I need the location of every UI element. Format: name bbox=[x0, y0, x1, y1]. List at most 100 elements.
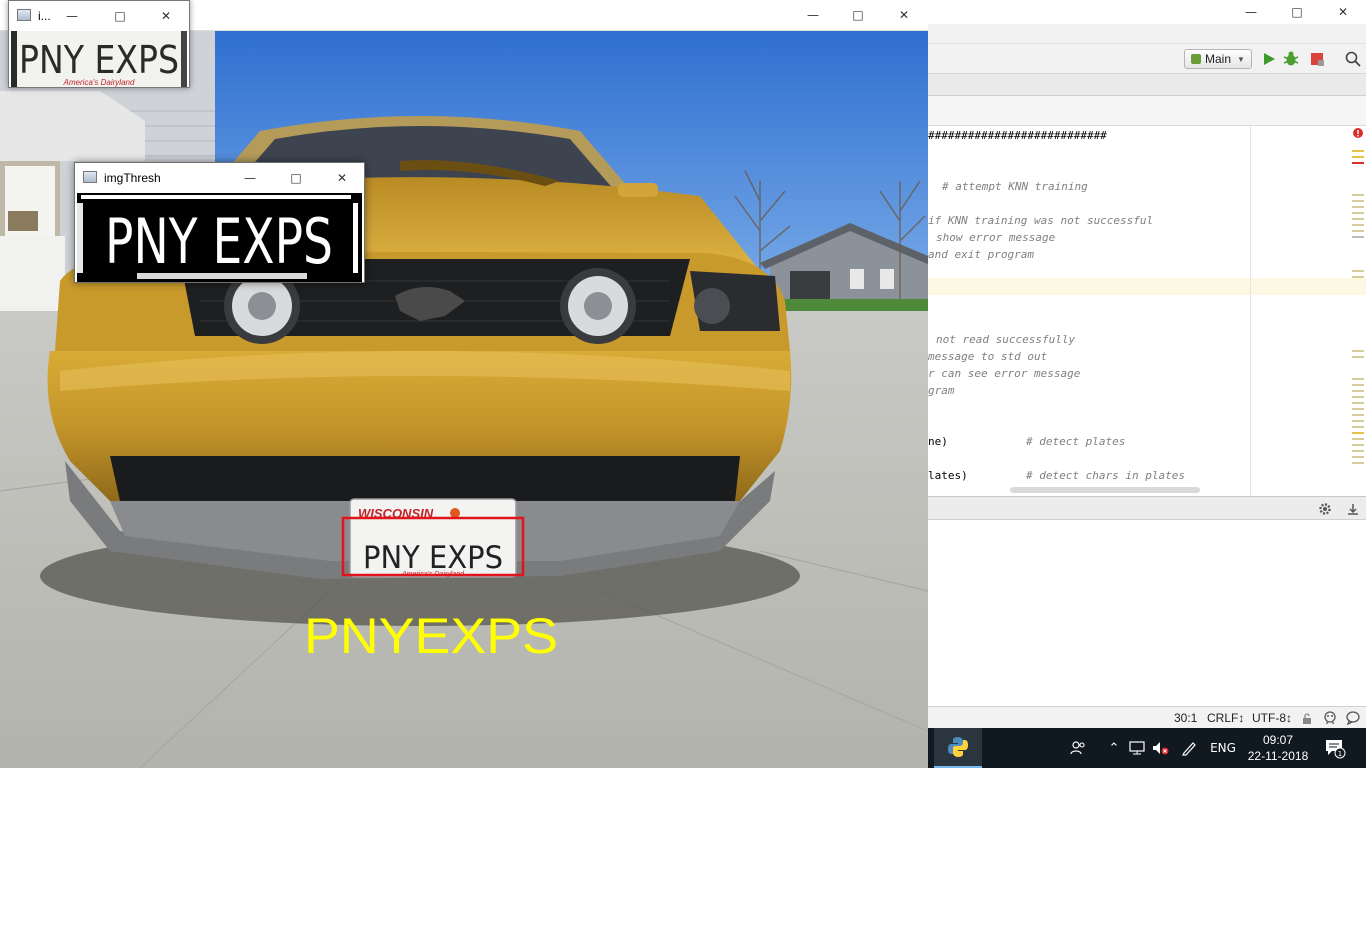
ide-menubar bbox=[928, 24, 1366, 44]
thresh-close-button[interactable]: ✕ bbox=[319, 166, 365, 190]
thresh-maximize-button[interactable]: □ bbox=[273, 166, 319, 190]
code-line: not read successfully bbox=[936, 333, 1076, 346]
stop-icon[interactable] bbox=[1308, 50, 1326, 68]
error-indicator-icon[interactable] bbox=[1353, 128, 1363, 138]
cursor-position[interactable]: 30:1 bbox=[1174, 711, 1197, 725]
line-separator[interactable]: CRLF↕ bbox=[1207, 711, 1244, 725]
warning-mark[interactable] bbox=[1352, 150, 1364, 152]
code-line: ########################### bbox=[928, 129, 1107, 142]
warning-mark[interactable] bbox=[1352, 230, 1364, 232]
warning-mark[interactable] bbox=[1352, 194, 1364, 196]
code-line: show error message bbox=[936, 231, 1056, 244]
people-icon[interactable] bbox=[1066, 728, 1090, 768]
warning-mark[interactable] bbox=[1352, 450, 1364, 452]
pen-icon[interactable] bbox=[1178, 728, 1200, 768]
run-configuration-label: Main bbox=[1205, 52, 1232, 66]
search-icon[interactable] bbox=[1344, 50, 1362, 68]
warning-mark[interactable] bbox=[1352, 350, 1364, 352]
main-maximize-button[interactable]: □ bbox=[835, 3, 881, 27]
window-app-icon bbox=[83, 171, 97, 183]
warning-mark[interactable] bbox=[1352, 356, 1364, 358]
recognized-plate-text: PNYEXPS bbox=[304, 608, 558, 664]
threshold-window: imgThresh — □ ✕ PNY EXPS bbox=[74, 162, 365, 283]
inspector-icon[interactable] bbox=[1323, 711, 1337, 725]
crop-plate-number: PNY EXPS bbox=[19, 38, 179, 82]
warning-mark[interactable] bbox=[1352, 408, 1364, 410]
crop-close-button[interactable]: ✕ bbox=[143, 4, 189, 28]
thresh-minimize-button[interactable]: — bbox=[227, 166, 273, 190]
warning-mark[interactable] bbox=[1352, 426, 1364, 428]
python-icon bbox=[948, 737, 968, 757]
run-icon[interactable] bbox=[1260, 50, 1278, 68]
ide-close-button[interactable]: ✕ bbox=[1320, 0, 1366, 24]
warning-mark[interactable] bbox=[1352, 218, 1364, 220]
gear-icon[interactable] bbox=[1318, 502, 1332, 516]
main-image-window: — □ ✕ WISCONSIN PNY EXPS America's Dairy… bbox=[0, 0, 928, 768]
warning-mark[interactable] bbox=[1352, 420, 1364, 422]
main-close-button[interactable]: ✕ bbox=[881, 3, 927, 27]
main-minimize-button[interactable]: — bbox=[790, 3, 836, 27]
scroll-thumb[interactable] bbox=[1352, 236, 1364, 238]
warning-mark[interactable] bbox=[1352, 414, 1364, 416]
horizontal-scrollbar[interactable] bbox=[1010, 487, 1200, 493]
file-encoding[interactable]: UTF-8↕ bbox=[1252, 711, 1292, 725]
warning-mark[interactable] bbox=[1352, 390, 1364, 392]
threshold-plate-number: PNY EXPS bbox=[105, 205, 333, 278]
warning-mark[interactable] bbox=[1352, 444, 1364, 446]
taskbar-python-app[interactable] bbox=[934, 728, 982, 768]
warning-mark[interactable] bbox=[1352, 462, 1364, 464]
ide-maximize-button[interactable]: □ bbox=[1274, 0, 1320, 24]
crop-minimize-button[interactable]: — bbox=[49, 4, 95, 28]
code-line: lates) bbox=[928, 469, 968, 482]
warning-mark[interactable] bbox=[1352, 212, 1364, 214]
warning-mark[interactable] bbox=[1352, 224, 1364, 226]
warning-mark[interactable] bbox=[1352, 384, 1364, 386]
warning-mark[interactable] bbox=[1352, 438, 1364, 440]
input-language[interactable]: ENG bbox=[1206, 728, 1240, 768]
car-photo: WISCONSIN PNY EXPS America's Dairyland P… bbox=[0, 31, 928, 768]
error-stripe[interactable] bbox=[1350, 126, 1366, 496]
volume-muted-icon[interactable] bbox=[1150, 728, 1172, 768]
code-line: and exit program bbox=[928, 248, 1034, 261]
code-line: # attempt KNN training bbox=[942, 180, 1088, 193]
crop-maximize-button[interactable]: □ bbox=[97, 4, 143, 28]
ide-minimize-button[interactable]: — bbox=[1228, 0, 1274, 24]
event-log-icon[interactable] bbox=[1346, 711, 1360, 725]
threshold-image: PNY EXPS bbox=[77, 193, 362, 282]
warning-mark[interactable] bbox=[1352, 456, 1364, 458]
warning-mark[interactable] bbox=[1352, 270, 1364, 272]
plate-crop-image: PNY EXPS America's Dairyland bbox=[11, 31, 187, 87]
crop-plate-slogan: America's Dairyland bbox=[63, 78, 135, 87]
plate-crop-titlebar[interactable]: i... — □ ✕ bbox=[9, 1, 189, 31]
warning-mark[interactable] bbox=[1352, 206, 1364, 208]
warning-mark[interactable] bbox=[1352, 432, 1364, 434]
code-line: ne) bbox=[928, 435, 948, 448]
error-mark[interactable] bbox=[1352, 162, 1364, 164]
ide-statusbar: 30:1 CRLF↕ UTF-8↕ bbox=[928, 706, 1366, 728]
current-line-highlight bbox=[928, 278, 1366, 295]
run-output-panel[interactable] bbox=[928, 520, 1366, 706]
run-configuration-select[interactable]: Main ▼ bbox=[1184, 49, 1252, 69]
warning-mark[interactable] bbox=[1352, 378, 1364, 380]
debug-icon[interactable] bbox=[1282, 50, 1300, 68]
warning-mark[interactable] bbox=[1352, 396, 1364, 398]
code-line: # detect plates bbox=[1026, 435, 1126, 448]
threshold-window-titlebar[interactable]: imgThresh — □ ✕ bbox=[75, 163, 364, 193]
chevron-up-icon[interactable]: ⌃ bbox=[1104, 728, 1124, 768]
lock-icon[interactable] bbox=[1302, 713, 1312, 724]
hide-panel-icon[interactable] bbox=[1346, 502, 1360, 516]
action-center-icon[interactable]: 1 bbox=[1320, 728, 1350, 768]
code-line: r can see error message bbox=[928, 367, 1081, 380]
taskbar-clock[interactable]: 09:07 22-11-2018 bbox=[1242, 732, 1314, 764]
plate-crop-window: i... — □ ✕ PNY EXPS America's Dairyland bbox=[8, 0, 190, 88]
warning-mark[interactable] bbox=[1352, 402, 1364, 404]
ide-titlebar: — □ ✕ bbox=[928, 0, 1366, 24]
clock-date: 22-11-2018 bbox=[1247, 749, 1309, 763]
code-line: if KNN training was not successful bbox=[928, 214, 1154, 227]
network-icon[interactable] bbox=[1126, 728, 1148, 768]
warning-mark[interactable] bbox=[1352, 200, 1364, 202]
code-line: # detect chars in plates bbox=[1026, 469, 1185, 482]
code-editor[interactable]: ########################### # attempt KN… bbox=[928, 126, 1366, 496]
warning-mark[interactable] bbox=[1352, 276, 1364, 278]
warning-mark[interactable] bbox=[1352, 156, 1364, 158]
